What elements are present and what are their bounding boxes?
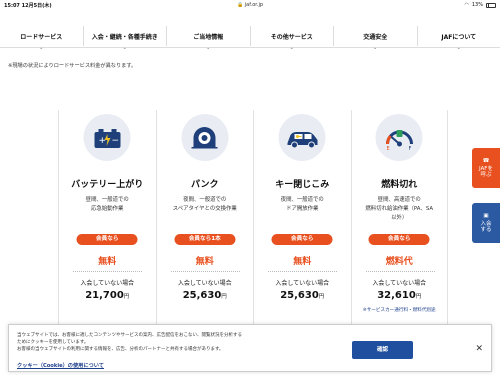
card-description: 昼間、一般道での 応急始動作業 xyxy=(85,197,129,212)
nav-item-about-jaf[interactable]: JAFについて ⌄ xyxy=(416,26,500,51)
chevron-down-icon: ⌄ xyxy=(122,45,127,51)
member-price: 無料 xyxy=(195,257,214,267)
chevron-down-icon: ⌄ xyxy=(39,45,44,51)
divider xyxy=(170,271,240,272)
url-bar[interactable]: 🔒 jaf.or.jp xyxy=(0,2,500,8)
nonmember-label: 入会していない場合 xyxy=(275,280,330,287)
fuel-note: ※サービスカー通行料・燃料代別途 xyxy=(362,308,436,313)
car-battery-icon: + − xyxy=(83,114,131,161)
card-title: パンク xyxy=(191,180,219,190)
nonmember-price: 21,700円 xyxy=(85,290,130,301)
member-badge: 会員なら xyxy=(368,234,430,245)
car-key-lockout-icon xyxy=(278,114,326,161)
status-right: ◠ 13% xyxy=(464,2,496,8)
cookie-confirm-button[interactable]: 確認 xyxy=(352,341,413,359)
member-price: 燃料代 xyxy=(385,257,413,267)
card-description: 昼間、高速道での 燃料切れ給油作業（PA、SA 以外） xyxy=(365,197,434,221)
page: 15:07 12月5日(木) 🔒 jaf.or.jp ◠ 13% ロードサービス… xyxy=(0,0,500,375)
cookie-policy-link[interactable]: クッキー（Cookie）の使用について xyxy=(17,362,104,369)
status-bar: 15:07 12月5日(木) 🔒 jaf.or.jp ◠ 13% xyxy=(0,0,500,10)
nonmember-label: 入会していない場合 xyxy=(372,280,427,287)
svg-text:−: − xyxy=(111,136,119,146)
member-badge: 会員なら xyxy=(271,234,333,245)
card-battery[interactable]: + − バッテリー上がり 昼間、一般道での 応急始動作業 会員なら 無料 入会して… xyxy=(58,110,156,326)
phone-icon: ☎ xyxy=(482,157,490,164)
nav-item-other-services[interactable]: その他サービス ⌄ xyxy=(249,26,334,51)
fuel-gauge-icon: E F xyxy=(375,114,423,161)
card-key-lockout[interactable]: キー閉じこみ 夜間、一般道での ドア開放作業 会員なら 無料 入会していない場合 … xyxy=(253,110,351,326)
card-description: 夜間、一般道での ドア開放作業 xyxy=(280,197,324,212)
chevron-down-icon: ⌄ xyxy=(289,45,294,51)
card-title: 燃料切れ xyxy=(381,180,418,190)
nonmember-price: 25,630円 xyxy=(182,290,227,301)
join-tab[interactable]: ▣ 入会する xyxy=(472,203,500,243)
nav-item-road-service[interactable]: ロードサービス ⌄ xyxy=(0,26,83,52)
flat-tire-icon xyxy=(181,114,229,161)
nonmember-price: 32,610円 xyxy=(377,290,422,301)
card-title: キー閉じこみ xyxy=(275,180,330,190)
cookie-text: 当ウェブサイトでは、お客様に適したコンテンツやサービスの案内、広告配信をおこない… xyxy=(17,333,242,353)
divider xyxy=(365,271,435,272)
chevron-down-icon: ⌄ xyxy=(456,45,461,51)
battery-icon xyxy=(486,2,496,8)
member-price: 無料 xyxy=(293,257,312,267)
nonmember-price: 25,630円 xyxy=(280,290,325,301)
card-fuel[interactable]: E F 燃料切れ 昼間、高速道での 燃料切れ給油作業（PA、SA 以外） 会員なら … xyxy=(350,110,448,326)
main-nav: ロードサービス ⌄ 入会・継続・各種手続き ⌄ ご当地情報 ⌄ その他サービス ⌄ 交通… xyxy=(0,24,500,52)
close-icon[interactable]: ✕ xyxy=(475,344,483,354)
member-badge: 会員なら xyxy=(76,234,138,245)
battery-percent: 13% xyxy=(471,2,483,8)
nonmember-label: 入会していない場合 xyxy=(177,280,232,287)
nav-item-traffic-safety[interactable]: 交通安全 ⌄ xyxy=(333,26,417,51)
svg-text:F: F xyxy=(408,146,411,152)
card-title: バッテリー上がり xyxy=(71,180,144,190)
nav-item-local-info[interactable]: ご当地情報 ⌄ xyxy=(166,26,250,51)
nav-item-membership[interactable]: 入会・継続・各種手続き ⌄ xyxy=(82,26,167,51)
call-jaf-tab[interactable]: ☎ JAFを呼ぶ xyxy=(472,148,500,188)
divider xyxy=(268,271,337,272)
divider xyxy=(73,271,142,272)
notice-text: ※現場の状況によりロードサービス料金が異なります。 xyxy=(8,63,137,69)
svg-text:+: + xyxy=(98,136,106,146)
wifi-icon: ◠ xyxy=(464,2,469,8)
cookie-banner: 当ウェブサイトでは、お客様に適したコンテンツやサービスの案内、広告配信をおこない… xyxy=(8,324,492,372)
svg-text:E: E xyxy=(386,146,389,152)
service-cards: + − バッテリー上がり 昼間、一般道での 応急始動作業 会員なら 無料 入会して… xyxy=(58,110,448,326)
chevron-down-icon: ⌄ xyxy=(206,45,211,51)
join-icon: ▣ xyxy=(483,212,489,219)
card-flat-tire[interactable]: パンク 夜間、一般道での スペアタイヤとの交換作業 会員なら1本 無料 入会してい… xyxy=(155,110,254,326)
chevron-down-icon: ⌄ xyxy=(373,45,378,51)
member-price: 無料 xyxy=(98,257,117,267)
member-badge: 会員なら1本 xyxy=(174,234,236,245)
card-description: 夜間、一般道での スペアタイヤとの交換作業 xyxy=(172,197,237,212)
nonmember-label: 入会していない場合 xyxy=(80,280,135,287)
